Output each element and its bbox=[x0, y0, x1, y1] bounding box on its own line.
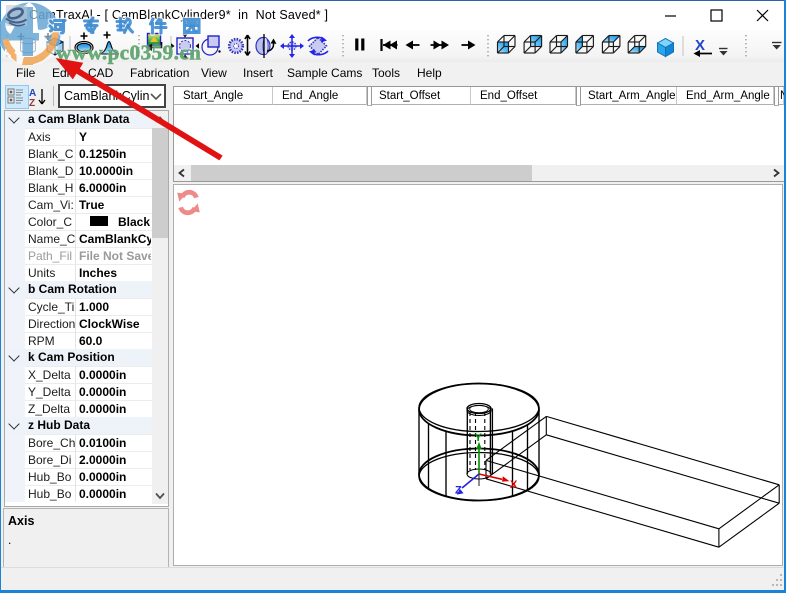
svg-text:X: X bbox=[510, 479, 518, 491]
svg-text:Z: Z bbox=[455, 485, 462, 497]
svg-text:www.pc0359.cn: www.pc0359.cn bbox=[56, 41, 201, 65]
svg-text:Y: Y bbox=[475, 432, 483, 444]
